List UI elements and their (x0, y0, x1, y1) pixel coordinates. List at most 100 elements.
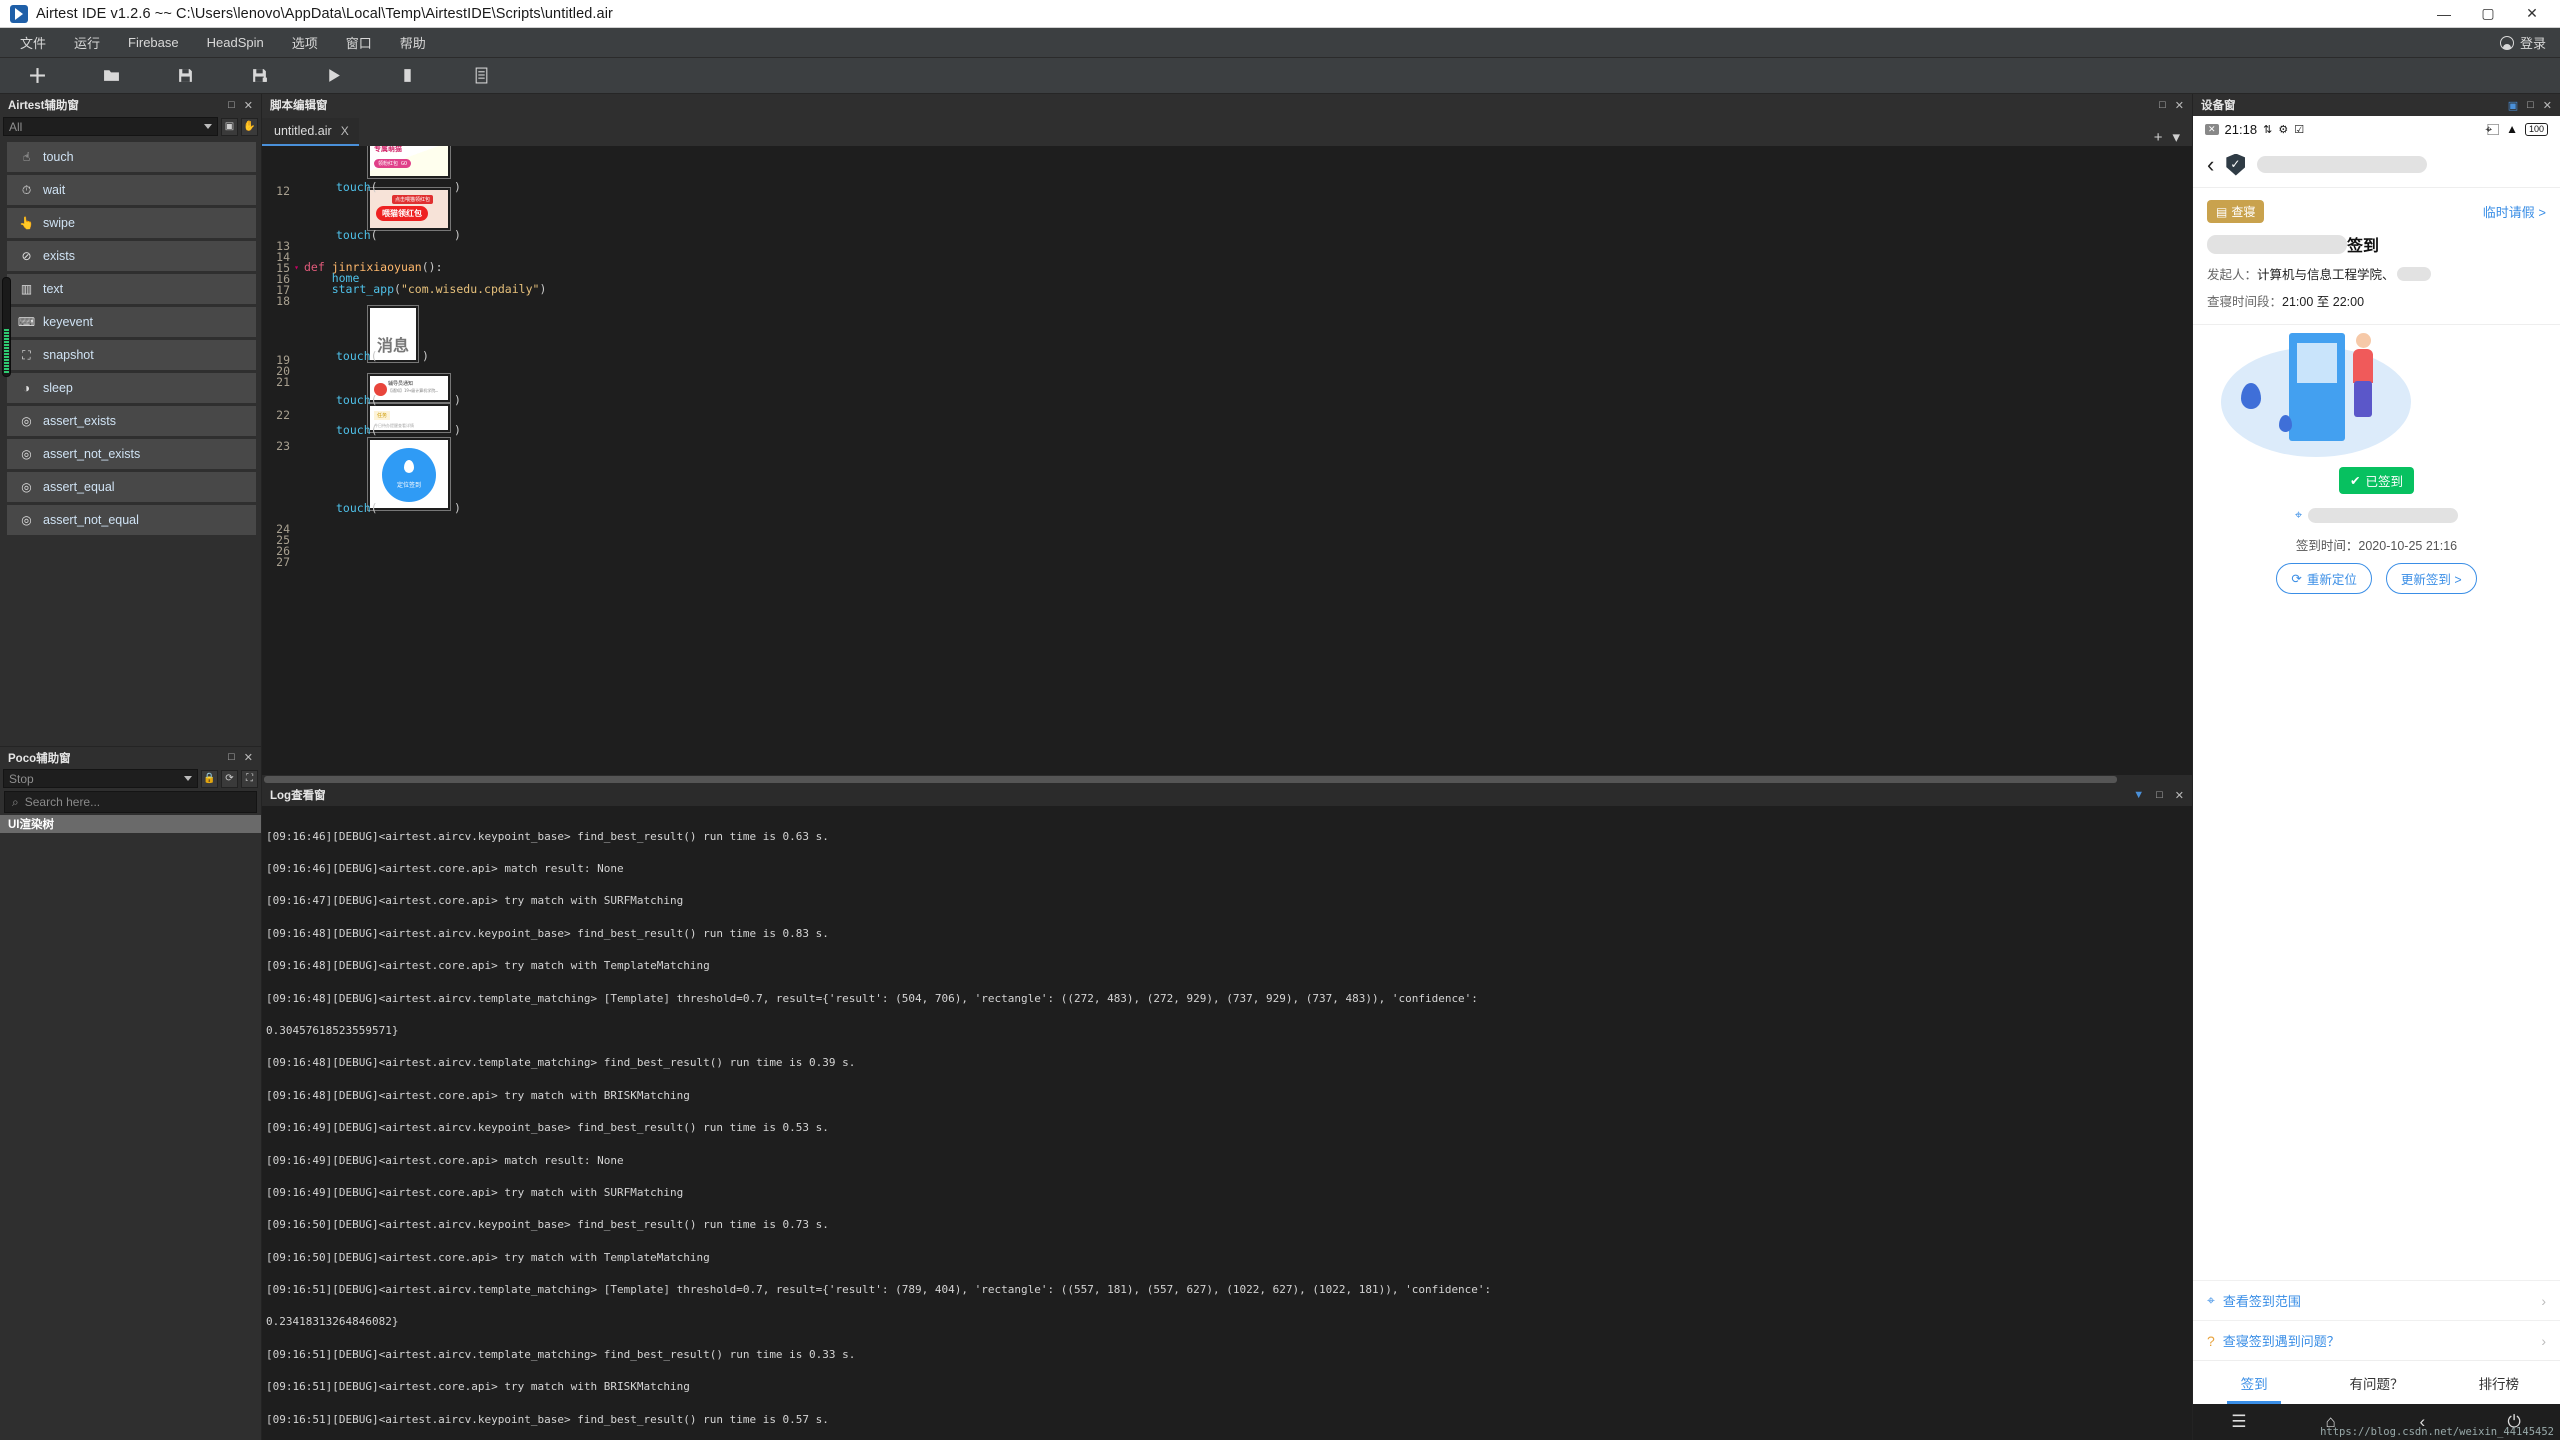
add-tab-button[interactable]: + (2154, 129, 2163, 146)
device-close-icon[interactable]: ✕ (2543, 99, 2552, 112)
menu-run[interactable]: 运行 (60, 29, 114, 56)
hand-tool-icon[interactable]: ✋ (241, 117, 258, 136)
airtest-scroll-indicator[interactable] (2, 277, 11, 377)
api-item-assert-not-equal[interactable]: ◎ assert_not_equal (7, 505, 256, 535)
editor-panel-header: 脚本编辑窗 □ ✕ (262, 94, 2192, 116)
editor-close-icon[interactable]: ✕ (2175, 99, 2184, 112)
sign-time-label: 签到时间： (2295, 539, 2359, 553)
illus-window-icon (2297, 343, 2337, 383)
menu-headspin[interactable]: HeadSpin (193, 31, 278, 54)
menu-file[interactable]: 文件 (6, 29, 60, 56)
poco-tree-body[interactable] (0, 833, 261, 1440)
new-script-button[interactable] (0, 58, 74, 94)
api-item-touch[interactable]: ☝ touch (7, 142, 256, 172)
code-touch-call-2: touch( (336, 228, 378, 242)
location-redacted (2308, 507, 2459, 523)
api-item-keyevent[interactable]: ⌨ keyevent (7, 307, 256, 337)
log-line: [09:16:51][DEBUG]<airtest.aircv.template… (266, 1347, 856, 1361)
device-capture-icon[interactable]: ▣ (221, 117, 238, 136)
code-editor[interactable]: 12 13 14 15 16 17 18 19 20 21 22 (262, 146, 2192, 784)
airtest-panel-header: Airtest辅助窗 □ ✕ (0, 94, 261, 116)
close-button[interactable]: ✕ (2510, 0, 2554, 28)
code-thumbnail-1[interactable]: 专属萌猫 领粉红包 GO (367, 146, 451, 179)
code-thumbnail-2[interactable]: 点击喂猫领红包 喂猫领红包 (367, 187, 451, 231)
maximize-button[interactable]: ▢ (2466, 0, 2510, 28)
time-range-row: 查寝时间段： 21:00 至 22:00 (2207, 291, 2546, 310)
editor-float-icon[interactable]: □ (2159, 99, 2166, 112)
log-filter-icon[interactable]: ▼ (2133, 789, 2144, 801)
airtest-panel-float-icon[interactable]: □ (228, 99, 235, 112)
code-thumbnail-6[interactable]: 定位签到 (367, 437, 451, 511)
report-button[interactable] (444, 58, 518, 94)
poco-panel-close-icon[interactable]: ✕ (244, 751, 253, 764)
poco-inspect-icon[interactable]: ⛶ (241, 769, 258, 788)
device-expand-icon[interactable]: ▣ (2508, 99, 2518, 112)
chevron-right-icon: › (2541, 1332, 2546, 1349)
api-item-wait[interactable]: ⏱ wait (7, 175, 256, 205)
menu-icon[interactable]: ☰ (2193, 1412, 2285, 1432)
tab-list-button[interactable]: ▾ (2172, 128, 2180, 146)
code-text-area[interactable]: 专属萌猫 领粉红包 GO 点击喂猫领红包 喂猫领红包 消息 辅导员通知 【通知】… (296, 146, 2192, 784)
minimize-button[interactable]: — (2422, 0, 2466, 28)
tab-signin[interactable]: 签到 (2193, 1361, 2315, 1404)
run-button[interactable] (296, 58, 370, 94)
log-float-icon[interactable]: □ (2156, 789, 2163, 801)
line-number: 22 (276, 408, 290, 422)
poco-mode-select[interactable]: Stop (3, 769, 198, 788)
menu-firebase[interactable]: Firebase (114, 31, 193, 54)
log-line: [09:16:48][DEBUG]<airtest.core.api> try … (266, 959, 710, 973)
airtest-filter-select[interactable]: All (3, 117, 218, 136)
assert-icon: ◎ (21, 480, 32, 494)
api-item-sleep[interactable]: ◑ sleep (7, 373, 256, 403)
save-button[interactable] (148, 58, 222, 94)
log-line: [09:16:50][DEBUG]<airtest.core.api> try … (266, 1250, 710, 1264)
device-panel-title: 设备窗 (2201, 100, 2236, 112)
menu-help[interactable]: 帮助 (386, 29, 440, 56)
log-panel-header: Log查看窗 ▼ □ ✕ (262, 784, 2192, 806)
login-area[interactable]: 登录 (2499, 33, 2546, 52)
log-close-icon[interactable]: ✕ (2175, 789, 2184, 802)
airtest-panel-close-icon[interactable]: ✕ (244, 99, 253, 112)
log-line: [09:16:49][DEBUG]<airtest.aircv.keypoint… (266, 1121, 829, 1135)
hand-touch-icon: ☝ (22, 150, 31, 164)
back-icon[interactable]: ‹ (2207, 153, 2214, 176)
help-row[interactable]: ? 查寝签到遇到问题？ › (2193, 1320, 2560, 1360)
phone-nav-bar: ‹ (2193, 142, 2560, 188)
line-number: 18 (276, 294, 290, 308)
illus-person-body-icon (2353, 349, 2373, 383)
poco-panel-float-icon[interactable]: □ (228, 751, 235, 764)
api-item-assert-not-exists[interactable]: ◎ assert_not_exists (7, 439, 256, 469)
poco-search-box[interactable]: ⌕ Search here... (4, 791, 257, 813)
tab-untitled-air[interactable]: untitled.air X (262, 118, 359, 146)
api-item-assert-exists[interactable]: ◎ assert_exists (7, 406, 256, 436)
tab-questions[interactable]: 有问题？ (2315, 1361, 2437, 1404)
temporary-leave-link[interactable]: 临时请假 > (2483, 202, 2546, 221)
device-screen[interactable]: ✕ 21:18 ⇅ ⚙ ☑ ⌖ ⃞ ▲ 100 ‹ (2193, 116, 2560, 1440)
api-item-text[interactable]: ▥ text (7, 274, 256, 304)
tab-close-icon[interactable]: X (341, 124, 349, 138)
device-float-icon[interactable]: □ (2527, 99, 2534, 111)
tab-ranking[interactable]: 排行榜 (2438, 1361, 2560, 1404)
open-script-button[interactable] (74, 58, 148, 94)
debug-icon: ⚙ (2278, 123, 2289, 136)
code-thumbnail-5[interactable]: 任务 今日待办提醒查看详情 (367, 403, 451, 433)
stop-button[interactable] (370, 58, 444, 94)
calendar-icon: ▤ (2216, 204, 2228, 219)
view-range-row[interactable]: ⌖ 查看签到范围 › (2193, 1280, 2560, 1320)
lock-icon[interactable]: 🔒 (201, 769, 218, 788)
api-item-swipe[interactable]: 👆 swipe (7, 208, 256, 238)
editor-horizontal-scrollbar[interactable] (262, 775, 2192, 784)
refresh-icon[interactable]: ⟳ (221, 769, 238, 788)
log-line: [09:16:51][DEBUG]<airtest.aircv.template… (266, 1283, 1492, 1297)
relocate-button[interactable]: ⟳ 重新定位 (2276, 563, 2372, 594)
api-item-exists[interactable]: ⊘ exists (7, 241, 256, 271)
code-thumbnail-4[interactable]: 辅导员通知 【通知】19+级计算机学院… (367, 373, 451, 403)
log-output[interactable]: [09:16:46][DEBUG]<airtest.aircv.keypoint… (262, 806, 2192, 1440)
question-icon: ? (2207, 1332, 2215, 1349)
save-as-button[interactable] (222, 58, 296, 94)
menu-window[interactable]: 窗口 (332, 29, 386, 56)
menu-options[interactable]: 选项 (278, 29, 332, 56)
api-item-assert-equal[interactable]: ◎ assert_equal (7, 472, 256, 502)
update-sign-button[interactable]: 更新签到 > (2385, 563, 2477, 594)
api-item-snapshot[interactable]: ⛶ snapshot (7, 340, 256, 370)
